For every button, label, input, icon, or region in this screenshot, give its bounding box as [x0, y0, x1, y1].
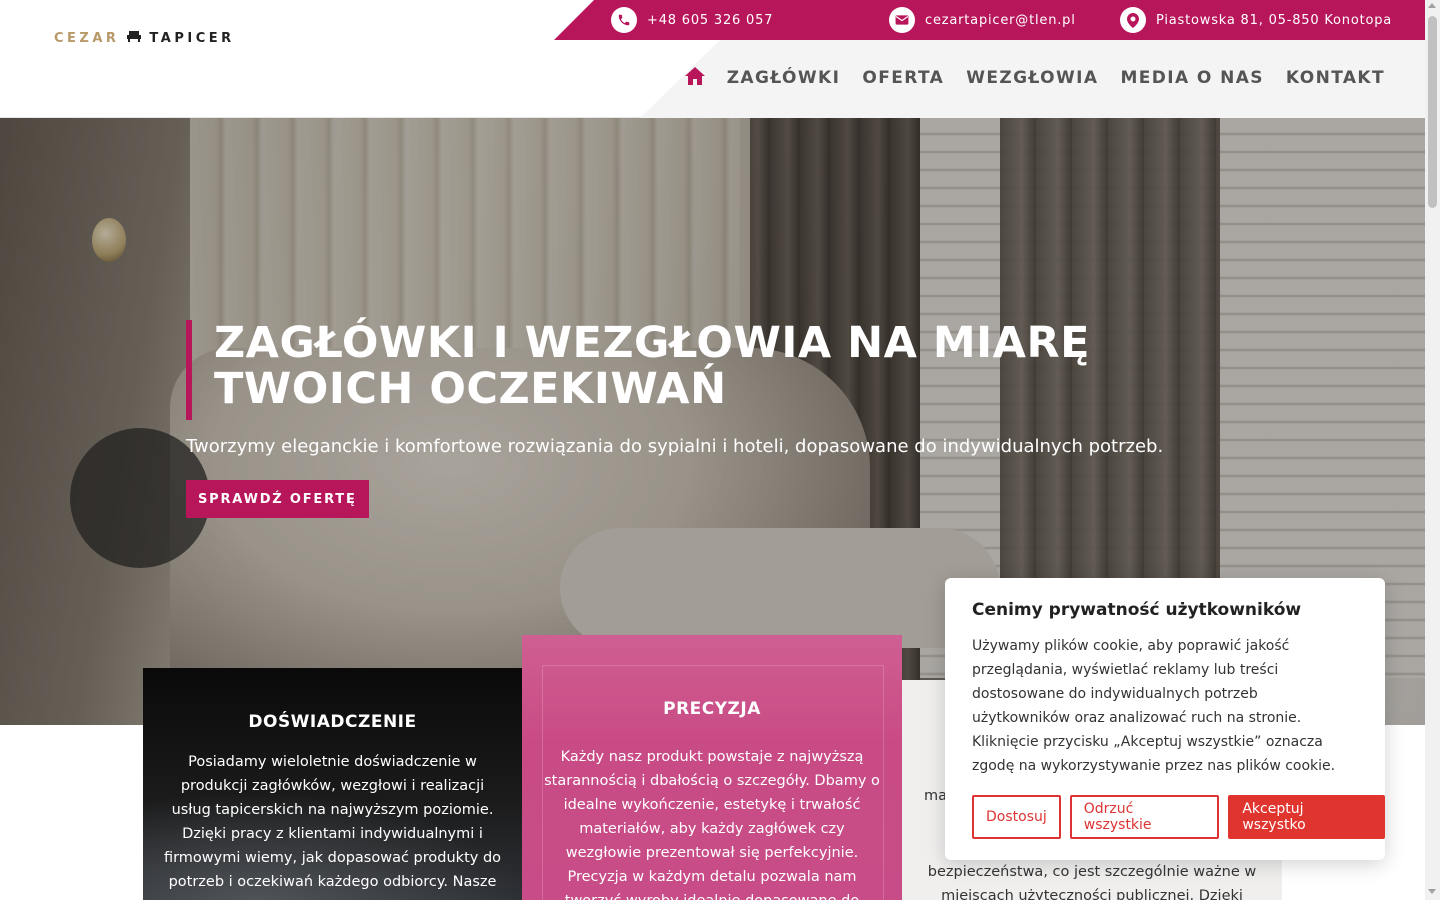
- scroll-up-arrow-icon[interactable]: [1428, 3, 1436, 8]
- hero-subtitle: Tworzymy eleganckie i komfortowe rozwiąz…: [186, 436, 1164, 457]
- site-logo[interactable]: CEZAR TAPICER: [54, 30, 235, 46]
- logo-word-tapicer: TAPICER: [149, 30, 235, 46]
- feature-card-text: bezpieczeństwa, co jest szczególnie ważn…: [927, 864, 1257, 900]
- topbar-email-text: cezartapicer@tlen.pl: [925, 12, 1076, 28]
- feature-card-title: PRECYZJA: [663, 699, 761, 719]
- check-offer-button[interactable]: SPRAWDŹ OFERTĘ: [186, 480, 369, 518]
- topbar-email[interactable]: cezartapicer@tlen.pl: [889, 7, 1076, 33]
- feature-card-experience: DOŚWIADCZENIE Posiadamy wieloletnie dośw…: [143, 668, 522, 900]
- cookie-reject-all-button[interactable]: Odrzuć wszystkie: [1069, 795, 1220, 839]
- mail-icon: [889, 7, 915, 33]
- feature-card-text: Posiadamy wieloletnie doświadczenie w pr…: [163, 754, 502, 890]
- nav-item-zaglowki[interactable]: ZAGŁÓWKI: [727, 68, 841, 88]
- nav-item-kontakt[interactable]: KONTAKT: [1286, 68, 1385, 88]
- nav-item-oferta[interactable]: OFERTA: [862, 68, 944, 88]
- scroll-down-arrow-icon[interactable]: [1428, 889, 1436, 894]
- site-header: CEZAR TAPICER +48 605 326 057 cezartapic…: [0, 0, 1425, 118]
- cookie-dialog-title: Cenimy prywatność użytkowników: [972, 600, 1302, 620]
- feature-card-text: Każdy nasz produkt powstaje z najwyższą …: [544, 749, 880, 900]
- hero-title: ZAGŁÓWKI I WEZGŁOWIA NA MIARĘ TWOICH OCZ…: [214, 318, 1090, 414]
- scrollbar-thumb[interactable]: [1428, 16, 1437, 208]
- contact-topbar: +48 605 326 057 cezartapicer@tlen.pl Pia…: [554, 0, 1425, 40]
- phone-icon: [611, 7, 637, 33]
- cookie-customize-button[interactable]: Dostosuj: [972, 795, 1061, 839]
- sofa-icon: [127, 30, 142, 46]
- cookie-dialog-actions: Dostosuj Odrzuć wszystkie Akceptuj wszys…: [972, 795, 1385, 839]
- feature-card-precision: PRECYZJA Każdy nasz produkt powstaje z n…: [522, 635, 902, 900]
- feature-card-text-fragment: ma: [924, 788, 948, 804]
- topbar-address[interactable]: Piastowska 81, 05-850 Konotopa: [1120, 7, 1392, 33]
- page-scrollbar[interactable]: [1425, 0, 1440, 900]
- hero-title-accent-bar: [186, 320, 192, 420]
- topbar-phone[interactable]: +48 605 326 057: [611, 7, 773, 33]
- nav-item-wezglowia[interactable]: WEZGŁOWIA: [966, 68, 1098, 88]
- feature-card-title: DOŚWIADCZENIE: [248, 712, 417, 732]
- cookie-accept-all-button[interactable]: Akceptuj wszystko: [1228, 795, 1385, 839]
- topbar-phone-text: +48 605 326 057: [647, 12, 774, 28]
- cookie-consent-dialog: Cenimy prywatność użytkowników Używamy p…: [945, 578, 1385, 860]
- home-icon[interactable]: [684, 66, 705, 90]
- topbar-address-text: Piastowska 81, 05-850 Konotopa: [1156, 12, 1393, 28]
- main-nav: ZAGŁÓWKI OFERTA WEZGŁOWIA MEDIA O NAS KO…: [684, 66, 1385, 90]
- logo-word-cezar: CEZAR: [54, 30, 120, 46]
- cookie-dialog-text: Używamy plików cookie, aby poprawić jako…: [972, 638, 1336, 774]
- location-pin-icon: [1120, 7, 1146, 33]
- nav-item-media-o-nas[interactable]: MEDIA O NAS: [1120, 68, 1263, 88]
